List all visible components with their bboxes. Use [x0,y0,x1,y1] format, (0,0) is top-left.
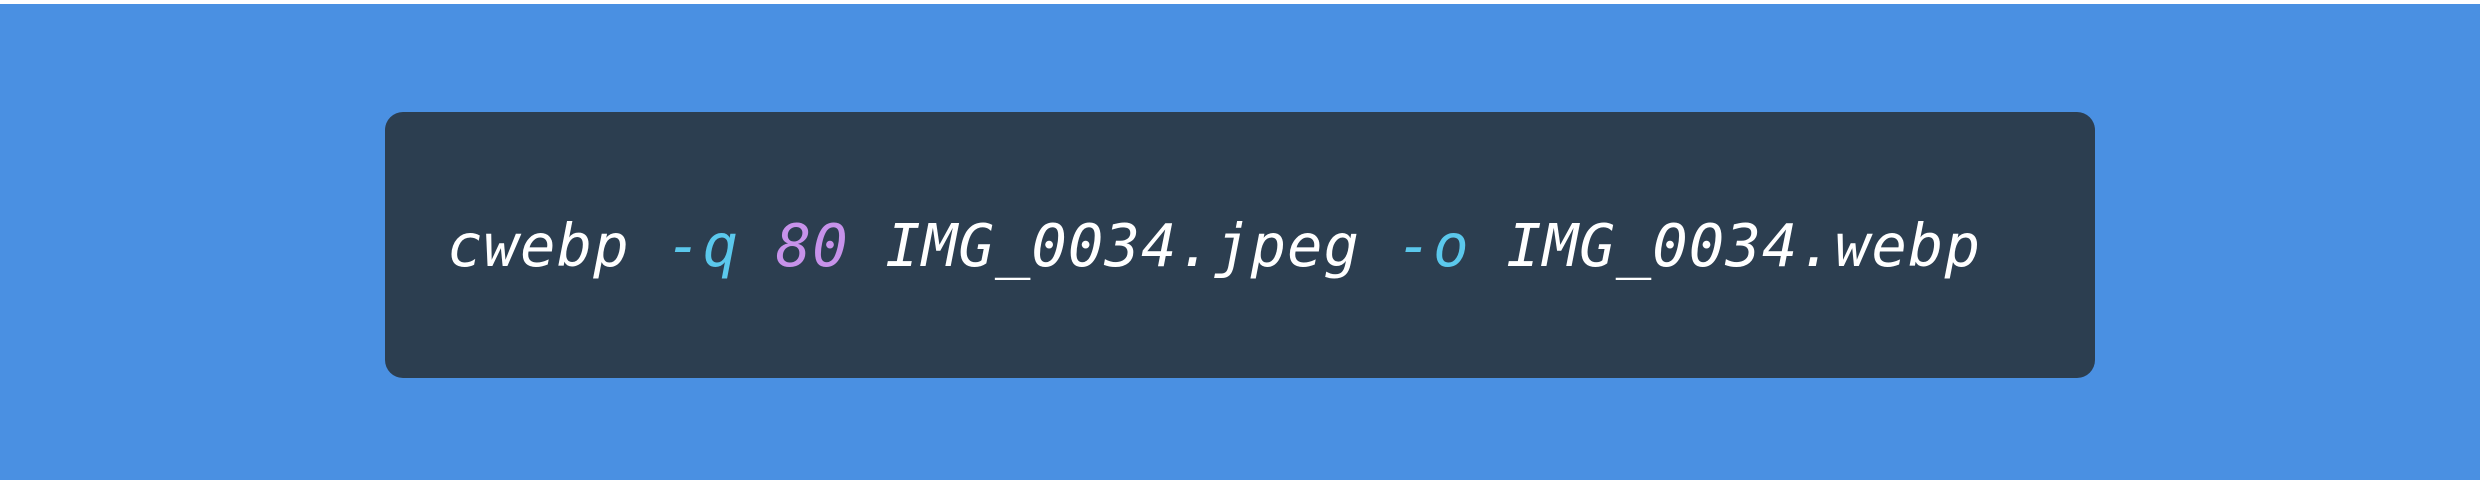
code-block: cwebp -q 80 IMG_0034.jpeg -o IMG_0034.we… [385,112,2095,378]
command-output-flag: -o [1396,210,1470,280]
command-output-file: IMG_0034.webp [1506,210,1981,280]
command-line: cwebp -q 80 IMG_0034.jpeg -o IMG_0034.we… [447,216,1981,275]
command-program: cwebp [447,210,630,280]
command-quality-flag: -q [666,210,740,280]
page-background: cwebp -q 80 IMG_0034.jpeg -o IMG_0034.we… [0,4,2480,480]
command-quality-value: 80 [775,210,849,280]
command-input-file: IMG_0034.jpeg [885,210,1361,280]
